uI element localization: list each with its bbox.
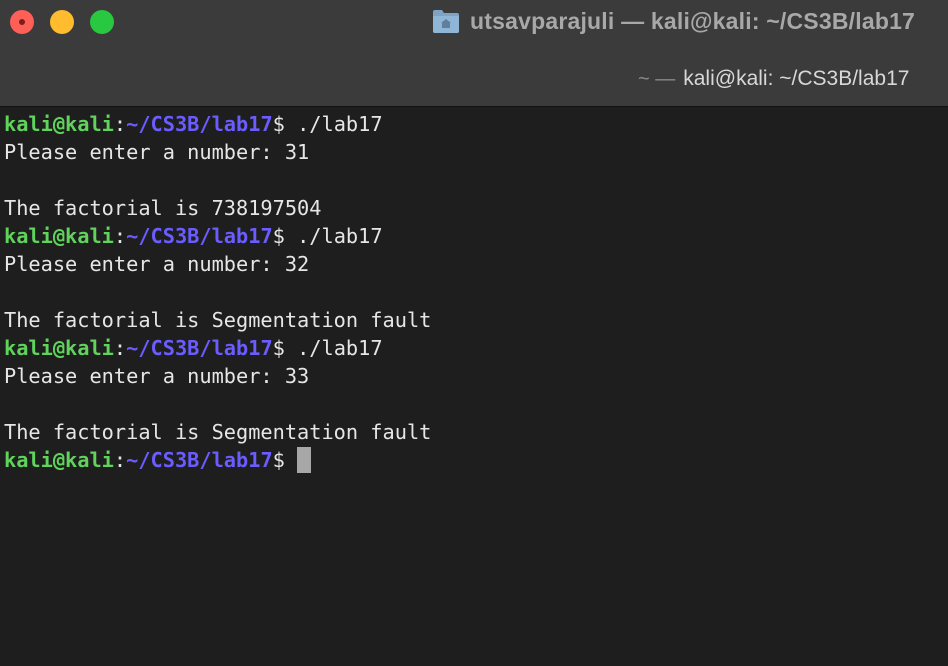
prompt-path: ~/CS3B/lab17 <box>126 448 273 472</box>
prompt-user: kali@kali <box>4 224 114 248</box>
tab-title-row[interactable]: ~ — kali@kali: ~/CS3B/lab17 <box>638 64 909 94</box>
output-line: Please enter a number: 33 <box>4 364 310 388</box>
close-button[interactable] <box>10 10 34 34</box>
prompt-user: kali@kali <box>4 112 114 136</box>
folder-icon <box>432 8 460 34</box>
output-line: The factorial is Segmentation fault <box>4 420 432 444</box>
tab-title: kali@kali: ~/CS3B/lab17 <box>683 67 910 90</box>
prompt-symbol: $ <box>272 224 298 248</box>
prompt-user: kali@kali <box>4 336 114 360</box>
prompt-colon: : <box>113 336 127 360</box>
title-bar[interactable]: utsavparajuli — kali@kali: ~/CS3B/lab17 … <box>0 0 948 107</box>
prompt-line: kali@kali:~/CS3B/lab17$ ./lab17 <box>4 334 948 362</box>
prompt-symbol: $ <box>272 112 298 136</box>
minimize-button[interactable] <box>50 10 74 34</box>
window-title: utsavparajuli — kali@kali: ~/CS3B/lab17 <box>470 7 916 34</box>
output-line: Please enter a number: 32 <box>4 252 310 276</box>
command-text: ./lab17 <box>297 224 383 248</box>
prompt-line: kali@kali:~/CS3B/lab17$ ./lab17 <box>4 110 948 138</box>
close-icon <box>19 19 25 25</box>
prompt-colon: : <box>113 224 127 248</box>
prompt-colon: : <box>113 448 127 472</box>
prompt-path: ~/CS3B/lab17 <box>126 112 273 136</box>
maximize-button[interactable] <box>90 10 114 34</box>
prompt-symbol: $ <box>272 448 298 472</box>
text-cursor[interactable] <box>297 447 312 473</box>
prompt-user: kali@kali <box>4 448 114 472</box>
prompt-line: kali@kali:~/CS3B/lab17$ <box>4 446 948 474</box>
command-text: ./lab17 <box>297 112 383 136</box>
tab-prefix: ~ — <box>638 67 676 90</box>
prompt-path: ~/CS3B/lab17 <box>126 224 273 248</box>
prompt-colon: : <box>113 112 127 136</box>
terminal-window: utsavparajuli — kali@kali: ~/CS3B/lab17 … <box>0 0 948 666</box>
window-title-row: utsavparajuli — kali@kali: ~/CS3B/lab17 <box>432 6 915 36</box>
terminal-output[interactable]: kali@kali:~/CS3B/lab17$ ./lab17 Please en… <box>0 110 948 666</box>
output-line: Please enter a number: 31 <box>4 140 310 164</box>
prompt-symbol: $ <box>272 336 298 360</box>
output-line: The factorial is Segmentation fault <box>4 308 432 332</box>
command-text: ./lab17 <box>297 336 383 360</box>
prompt-path: ~/CS3B/lab17 <box>126 336 273 360</box>
output-line: The factorial is 738197504 <box>4 196 322 220</box>
prompt-line: kali@kali:~/CS3B/lab17$ ./lab17 <box>4 222 948 250</box>
